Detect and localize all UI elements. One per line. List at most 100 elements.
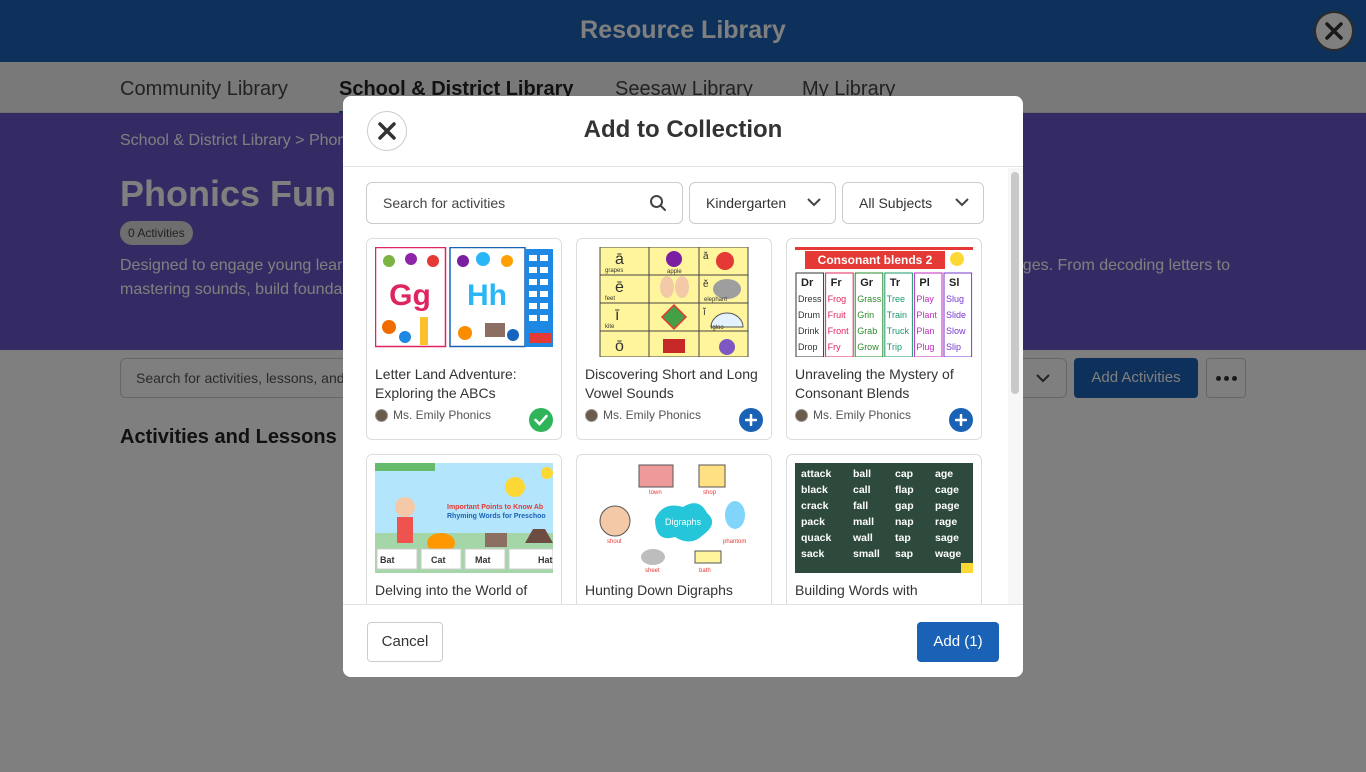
blend-word: Drop: [798, 342, 818, 352]
blend-head: Dr: [801, 277, 814, 289]
activity-card[interactable]: ā grapes apple ă ē feet ĕ elephant ī kit…: [576, 238, 772, 440]
blend-word: Slide: [946, 310, 966, 320]
family-word: mall: [853, 516, 874, 528]
family-word: rage: [935, 516, 957, 528]
thumb-vowel-e: ē: [615, 279, 624, 296]
author-avatar: [795, 408, 808, 422]
activity-title: Hunting Down Digraphs: [585, 582, 733, 598]
family-word: fall: [853, 500, 868, 512]
add-activity-button[interactable]: [739, 408, 763, 432]
blend-word: Frog: [828, 294, 847, 304]
family-word: wall: [852, 532, 873, 544]
subject-filter-select[interactable]: All Subjects: [842, 182, 984, 224]
thumb-rhyme-banner-2: Rhyming Words for Preschoo: [447, 513, 546, 520]
blend-word: Slip: [946, 342, 961, 352]
author-avatar: [375, 408, 388, 422]
scrollbar-thumb[interactable]: [1011, 172, 1019, 394]
thumb-rhyme-mat: Mat: [475, 555, 491, 565]
family-word: cage: [935, 484, 959, 496]
family-word: wage: [934, 548, 961, 560]
plus-icon: [955, 414, 967, 426]
blend-word: Front: [828, 326, 850, 336]
thumb-short-e: ĕ: [703, 279, 709, 290]
activity-card[interactable]: Consonant blends 2 Dr Dress Drum Drink Drop F…: [786, 238, 982, 440]
activity-card[interactable]: Gg Hh Letter Land Adventure: Exploring t…: [366, 238, 562, 440]
thumb-short-a: ă: [703, 251, 709, 262]
family-word: gap: [895, 500, 914, 512]
thumb-label-elephant: elephant: [704, 297, 727, 303]
blend-word: Dress: [798, 294, 822, 304]
blend-head: Gr: [860, 277, 874, 289]
modal-footer: Cancel Add (1): [343, 604, 1023, 677]
activity-card[interactable]: Important Points to Know Ab Rhyming Word…: [366, 454, 562, 604]
activity-thumbnail: Consonant blends 2 Dr Dress Drum Drink Drop F…: [795, 247, 973, 357]
chevron-down-icon: [807, 198, 821, 207]
blend-word: Truck: [887, 326, 910, 336]
cancel-button[interactable]: Cancel: [367, 622, 443, 662]
blend-word: Slow: [946, 326, 966, 336]
blend-word: Plant: [916, 310, 937, 320]
activity-title: Unraveling the Mystery of Consonant Blen…: [795, 366, 954, 401]
family-word: ball: [853, 468, 871, 480]
family-word: black: [801, 484, 828, 496]
family-word: sage: [935, 532, 959, 544]
thumb-vowel-o: ō: [615, 338, 624, 355]
family-word: age: [935, 468, 953, 480]
activity-title: Delving into the World of Rhyming Words: [375, 582, 528, 604]
thumb-blends-header: Consonant blends 2: [818, 253, 933, 267]
thumb-vowel-i: ī: [615, 307, 620, 324]
modal-title: Add to Collection: [583, 116, 783, 143]
added-check-button[interactable]: [529, 408, 553, 432]
author-name: Ms. Emily Phonics: [393, 408, 492, 422]
blend-word: Grin: [857, 310, 874, 320]
thumb-digraph-shout: shout: [607, 539, 622, 545]
thumb-rhyme-banner-1: Important Points to Know Ab: [447, 504, 543, 511]
thumb-label-grapes: grapes: [605, 268, 623, 274]
activity-card[interactable]: attack black crack pack quack sack ball call fal…: [786, 454, 982, 604]
activity-thumbnail: Gg Hh: [375, 247, 553, 357]
thumb-digraph-center: Digraphs: [665, 517, 702, 527]
grade-filter-select[interactable]: Kindergarten: [689, 182, 836, 224]
plus-icon: [745, 414, 757, 426]
add-activity-button[interactable]: [949, 408, 973, 432]
blend-word: Drink: [798, 326, 820, 336]
family-word: page: [935, 500, 960, 512]
activity-card[interactable]: town shop Digraphs shout phantom sheet b…: [576, 454, 772, 604]
activity-thumbnail: Important Points to Know Ab Rhyming Word…: [375, 463, 553, 573]
add-button[interactable]: Add (1): [917, 622, 999, 662]
activity-thumbnail: town shop Digraphs shout phantom sheet b…: [585, 463, 763, 573]
activity-title: Discovering Short and Long Vowel Sounds: [585, 366, 758, 401]
family-word: small: [853, 548, 880, 560]
activity-author: Ms. Emily Phonics: [795, 408, 911, 422]
search-icon: [650, 195, 666, 211]
checkmark-icon: [534, 414, 548, 426]
blend-word: Play: [916, 294, 934, 304]
thumb-label-igloo: igloo: [711, 325, 724, 331]
thumb-label-apple: apple: [667, 269, 682, 275]
search-placeholder: Search for activities: [383, 195, 506, 211]
activity-search-input[interactable]: Search for activities: [366, 182, 683, 224]
blend-word: Fruit: [828, 310, 846, 320]
blend-word: Grab: [857, 326, 877, 336]
blend-word: Plan: [916, 326, 934, 336]
thumb-digraph-bath: bath: [699, 568, 711, 573]
activity-title: Letter Land Adventure: Exploring the ABC…: [375, 366, 517, 401]
author-avatar: [585, 408, 598, 422]
family-word: nap: [895, 516, 914, 528]
thumb-vowel-a: ā: [615, 251, 624, 268]
family-word: flap: [895, 484, 914, 496]
family-word: crack: [801, 500, 829, 512]
blend-word: Tree: [887, 294, 905, 304]
thumb-rhyme-bat: Bat: [380, 555, 395, 565]
blend-word: Grass: [857, 294, 882, 304]
thumb-label-feet: feet: [605, 296, 615, 302]
thumb-digraph-sheet: sheet: [645, 568, 660, 573]
family-word: tap: [895, 532, 911, 544]
blend-word: Train: [887, 310, 907, 320]
activity-thumbnail: attack black crack pack quack sack ball call fal…: [795, 463, 973, 573]
modal-header: Add to Collection: [343, 96, 1023, 167]
blend-word: Drum: [798, 310, 820, 320]
thumb-rhyme-cat: Cat: [431, 555, 446, 565]
family-word: cap: [895, 468, 913, 480]
author-name: Ms. Emily Phonics: [813, 408, 912, 422]
